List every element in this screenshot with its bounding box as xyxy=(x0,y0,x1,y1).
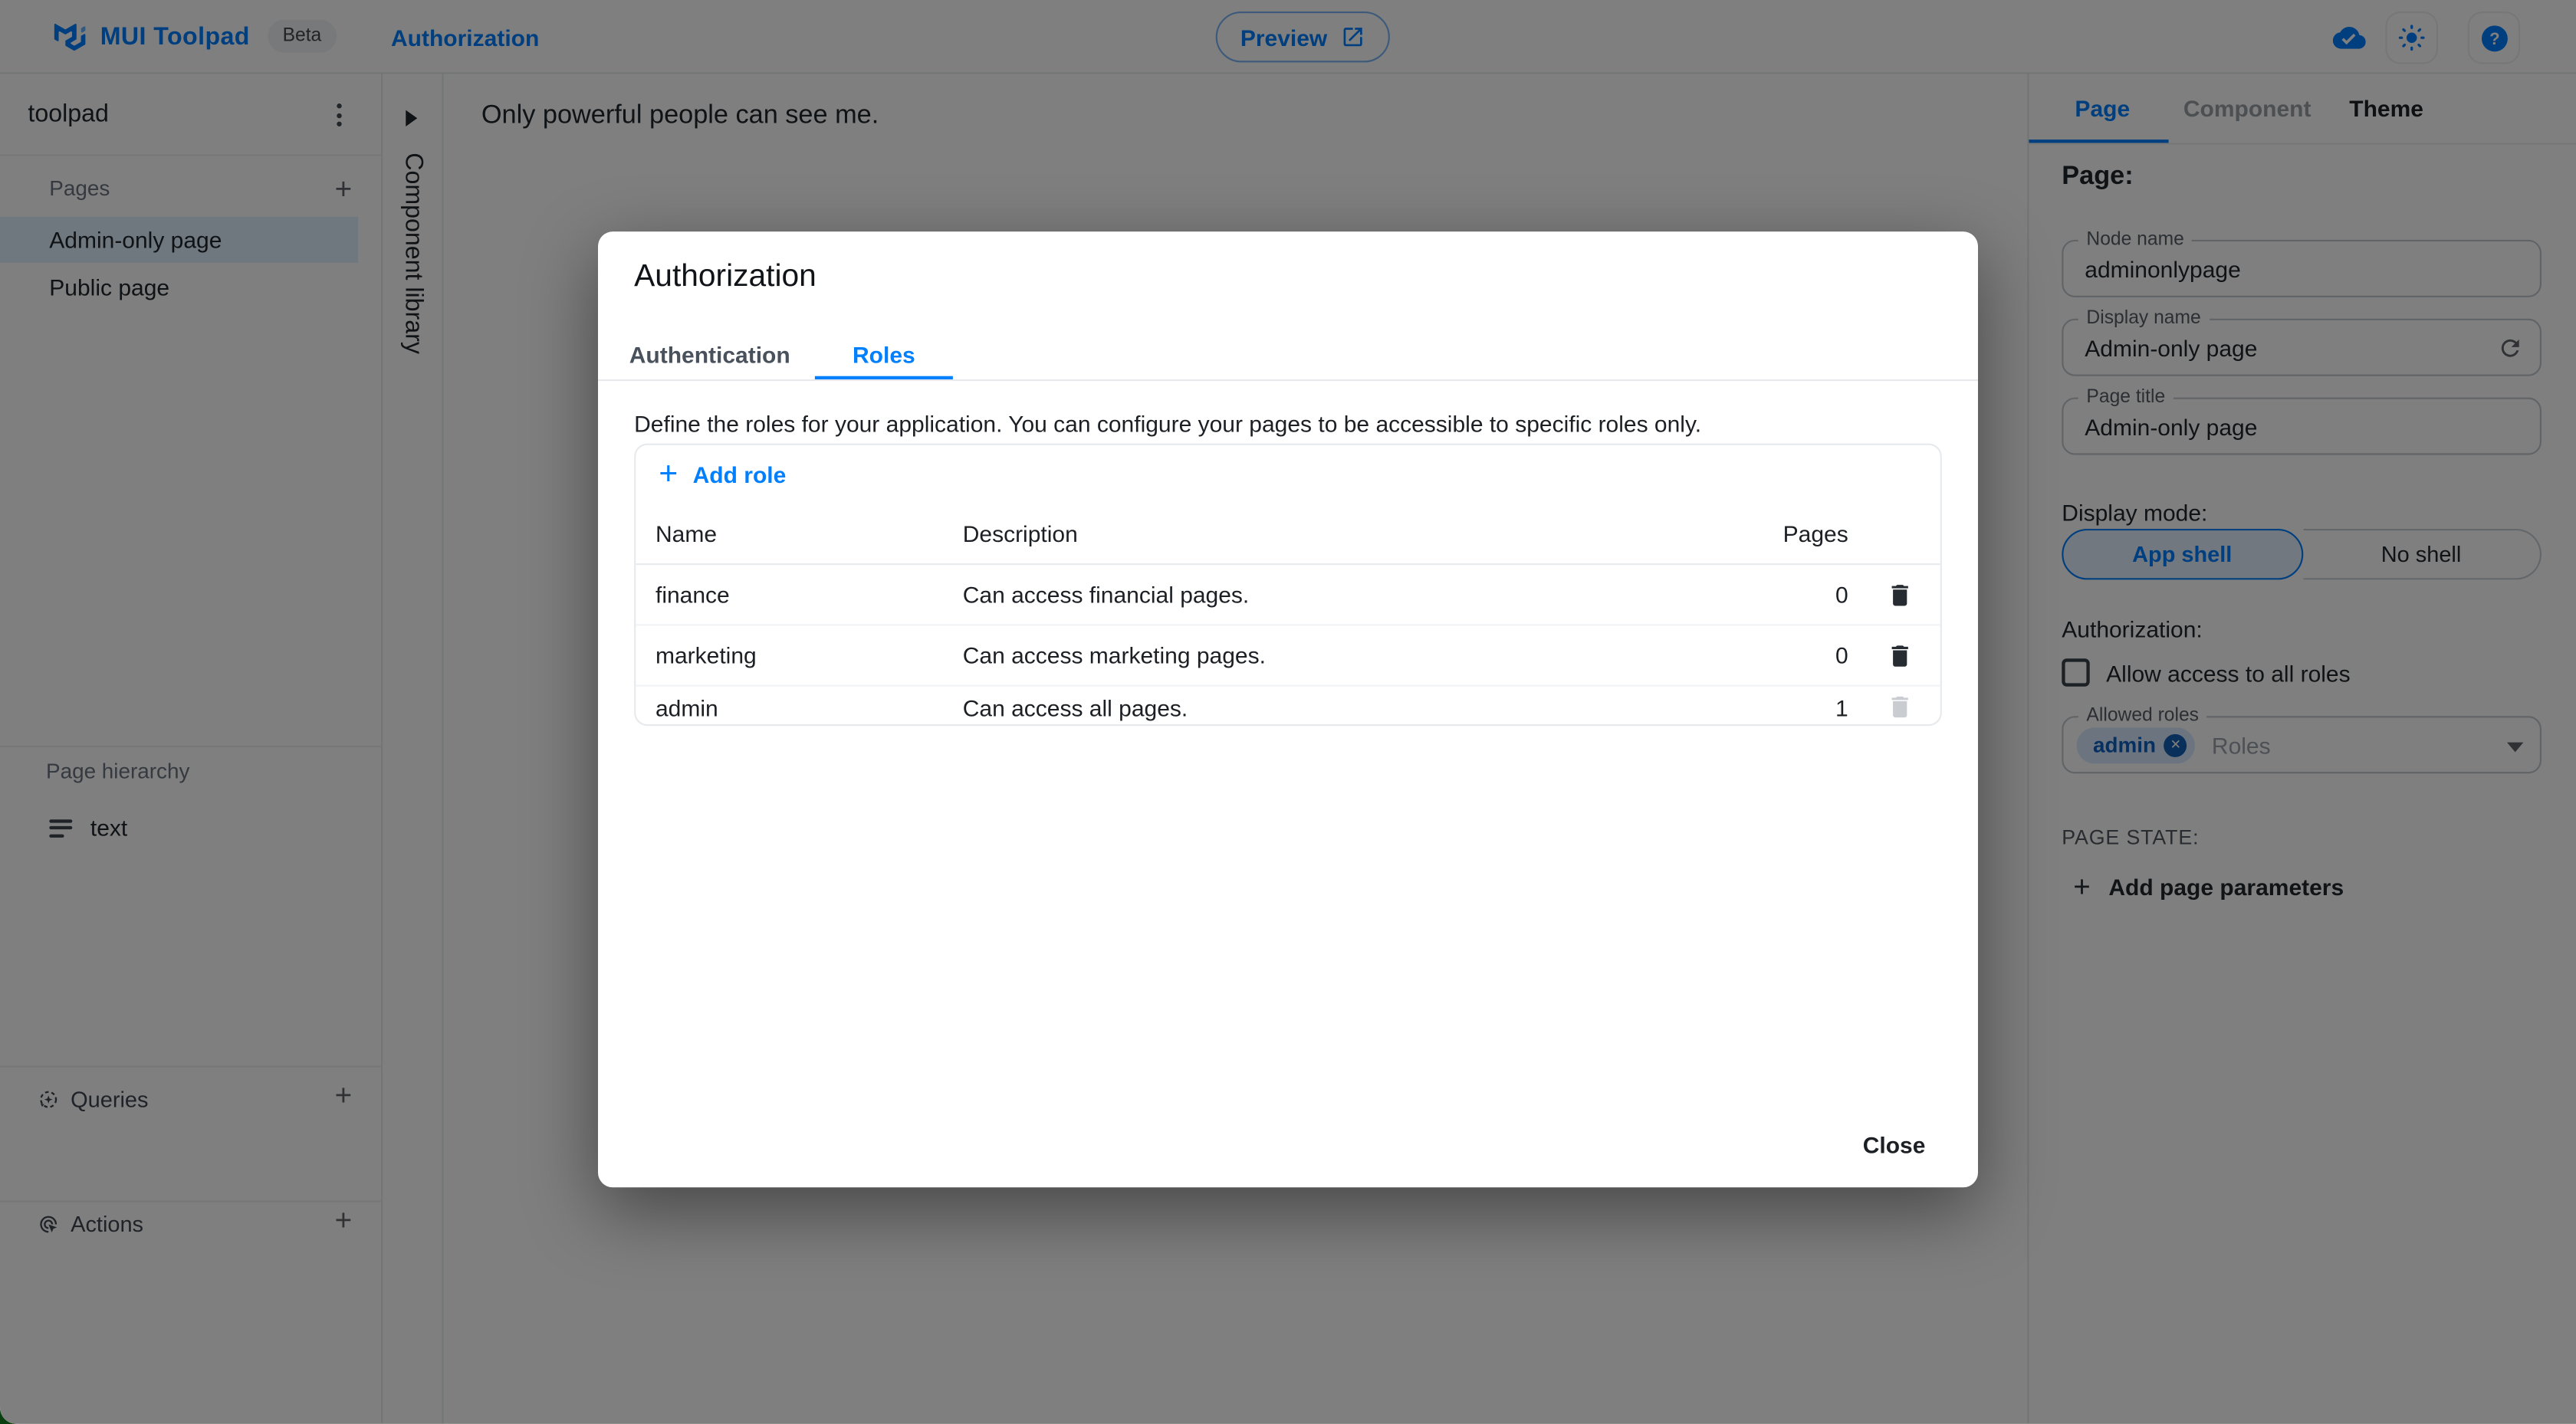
delete-role-button[interactable] xyxy=(1848,641,1921,669)
role-pages-count: 0 xyxy=(1835,581,1848,608)
role-pages-count: 0 xyxy=(1835,641,1848,669)
delete-role-button-disabled xyxy=(1848,693,1921,720)
trash-icon xyxy=(1891,696,1908,718)
dialog-title: Authorization xyxy=(634,259,816,294)
col-header-pages: Pages xyxy=(1783,520,1848,546)
role-name: finance xyxy=(656,581,730,608)
table-row-finance[interactable]: finance Can access financial pages. 0 xyxy=(636,565,1940,626)
screen: MUI Toolpad Beta Authorization Preview ?… xyxy=(0,0,2576,1424)
roles-table-container: + Add role Name Description Pages financ… xyxy=(634,443,1942,727)
divider xyxy=(598,379,1978,382)
close-button[interactable]: Close xyxy=(1845,1118,1944,1171)
authorization-dialog: Authorization Authentication Roles Defin… xyxy=(598,231,1978,1188)
add-role-button[interactable]: + Add role xyxy=(636,445,1940,503)
role-description: Can access marketing pages. xyxy=(962,641,1266,669)
role-name: admin xyxy=(656,694,718,720)
plus-icon: + xyxy=(659,455,678,492)
role-name: marketing xyxy=(656,641,757,669)
add-role-label: Add role xyxy=(692,461,787,487)
trash-icon xyxy=(1891,584,1908,605)
table-row-marketing[interactable]: marketing Can access marketing pages. 0 xyxy=(636,625,1940,687)
table-row-admin[interactable]: admin Can access all pages. 1 xyxy=(636,687,1940,724)
roles-table-header: Name Description Pages xyxy=(636,503,1940,566)
delete-role-button[interactable] xyxy=(1848,581,1921,609)
tab-authentication[interactable]: Authentication xyxy=(629,342,790,368)
trash-icon xyxy=(1891,645,1908,666)
role-description: Can access financial pages. xyxy=(962,581,1250,608)
role-pages-count: 1 xyxy=(1835,694,1848,720)
col-header-description: Description xyxy=(962,520,1078,546)
role-description: Can access all pages. xyxy=(962,694,1188,720)
roles-description: Define the roles for your application. Y… xyxy=(634,410,1702,437)
col-header-name: Name xyxy=(656,520,718,546)
tab-roles[interactable]: Roles xyxy=(815,342,953,368)
toolpad-app-window: MUI Toolpad Beta Authorization Preview ?… xyxy=(0,0,2576,1424)
